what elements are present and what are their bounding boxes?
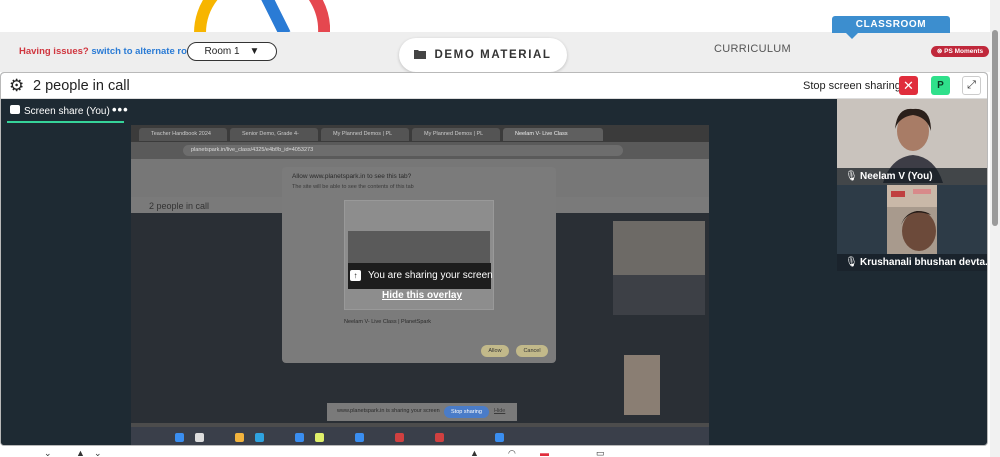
people-count: 2 people in call <box>33 78 130 94</box>
app-icon <box>295 433 304 442</box>
permission-subtitle: The site will be able to see the content… <box>292 184 414 190</box>
sharing-bar-text: www.planetspark.in is sharing your scree… <box>337 408 440 414</box>
browser-url: planetspark.in/live_class/4325/e4bf/b_id… <box>183 145 623 156</box>
demo-material-label: DEMO MATERIAL <box>434 49 552 61</box>
participant-name: Krushanali bhushan devta... <box>860 257 988 268</box>
sharing-overlay-message: You are sharing your screen <box>368 270 493 281</box>
expand-icon[interactable]: ⤢ <box>962 76 981 95</box>
browser-address-bar: planetspark.in/live_class/4325/e4bf/b_id… <box>131 142 709 159</box>
caret-down-icon: ▼ <box>249 46 260 57</box>
participant-name-bar: 🎙 Krushanali bhushan devta... <box>837 254 988 271</box>
classroom-tab[interactable]: CLASSROOM <box>832 16 950 33</box>
ps-moments-badge[interactable]: ⊗ PS Moments <box>931 46 989 57</box>
control-icon[interactable]: ◠ <box>508 448 516 457</box>
allow-button: Allow <box>481 345 509 357</box>
app-icon <box>315 433 324 442</box>
control-icon[interactable]: ⌄ <box>94 448 102 457</box>
switch-room-link[interactable]: switch to alternate room <box>91 46 201 57</box>
participant-video <box>887 185 937 254</box>
sharing-overlay: ↑ You are sharing your screen <box>348 263 493 289</box>
close-circle-icon: ⊗ <box>936 48 943 55</box>
app-icon <box>255 433 264 442</box>
hide-overlay-link[interactable]: Hide this overlay <box>382 290 462 301</box>
app-root: { "header": { "issue_text": "Having issu… <box>0 0 1000 457</box>
control-icon[interactable]: ▲ <box>76 448 85 457</box>
stop-screen-sharing-label[interactable]: Stop screen sharing <box>803 80 901 92</box>
browser-tab: Senior Demo, Grade 4- <box>230 128 318 141</box>
call-toolbar: ⚙ 2 people in call Stop screen sharing ✕… <box>1 73 987 99</box>
app-icon <box>355 433 364 442</box>
permission-tab-name: Neelam V- Live Class | PlanetSpark <box>344 319 432 325</box>
control-icon[interactable]: ▲ <box>470 448 479 457</box>
page-scrollbar[interactable] <box>990 0 1000 457</box>
more-options-icon[interactable]: ••• <box>112 102 129 117</box>
control-icon[interactable]: ▭ <box>596 448 605 457</box>
room-select[interactable]: Room 1 ▼ <box>187 42 277 61</box>
inner-participant-tile <box>613 275 705 315</box>
screen-share-tab-label: Screen share (You) <box>24 106 110 117</box>
microphone-icon: 🎙 <box>845 171 858 182</box>
browser-tab: Teacher Handbook 2024 <box>139 128 227 141</box>
browser-sharing-bar: www.planetspark.in is sharing your scree… <box>327 403 517 421</box>
brand-logo <box>190 0 330 34</box>
app-icon <box>435 433 444 442</box>
app-icon <box>235 433 244 442</box>
control-icon[interactable]: ▬ <box>540 448 549 457</box>
gear-icon[interactable]: ⚙ <box>9 77 24 95</box>
classroom-tab-pointer <box>846 33 858 39</box>
browser-tab-active: Neelam V- Live Class <box>503 128 603 141</box>
ps-moments-label: PS Moments <box>944 48 984 55</box>
issue-text: Having issues? <box>19 46 89 57</box>
participant-name-bar: 🎙 Neelam V (You) <box>837 168 987 185</box>
curriculum-tab[interactable]: CURRICULUM <box>714 43 791 55</box>
cancel-button: Cancel <box>516 345 548 357</box>
microphone-icon: 🎙 <box>845 257 858 268</box>
issue-notice: Having issues? switch to alternate room <box>19 46 201 57</box>
participant-name: Neelam V (You) <box>860 171 933 182</box>
screen-share-icon <box>10 105 20 114</box>
participant-tile[interactable]: 🎙 Krushanali bhushan devta... <box>837 185 988 271</box>
permission-title: Allow www.planetspark.in to see this tab… <box>292 173 412 180</box>
participant-tile[interactable]: 🎙 Neelam V (You) <box>837 99 987 185</box>
windows-taskbar <box>131 427 709 445</box>
call-panel: ⚙ 2 people in call Stop screen sharing ✕… <box>0 72 988 446</box>
app-icon <box>395 433 404 442</box>
folder-icon <box>414 49 427 62</box>
inner-camera-feed <box>624 355 660 415</box>
browser-tab: My Planned Demos | PL <box>412 128 500 141</box>
control-icon[interactable]: ⌄ <box>44 448 52 457</box>
screen-share-view: Teacher Handbook 2024 Senior Demo, Grade… <box>1 123 837 445</box>
inner-people-count: 2 people in call <box>149 201 210 211</box>
app-icon <box>495 433 504 442</box>
scrollbar-thumb[interactable] <box>992 30 998 226</box>
browser-tabstrip: Teacher Handbook 2024 Senior Demo, Grade… <box>131 125 709 142</box>
stop-sharing-close-icon[interactable]: ✕ <box>899 76 918 95</box>
room-select-value: Room 1 <box>204 46 240 57</box>
upload-icon: ↑ <box>350 270 361 281</box>
sharing-bar-hide-link: Hide <box>494 408 506 414</box>
inner-participant-tile <box>613 221 705 275</box>
participant-p-button[interactable]: P <box>931 76 950 95</box>
browser-tab: My Planned Demos | PL <box>321 128 409 141</box>
screen-share-tab[interactable]: Screen share (You) ••• <box>1 99 837 123</box>
sharing-bar-stop-button: Stop sharing <box>444 406 489 418</box>
top-header: Having issues? switch to alternate room … <box>0 0 990 72</box>
windows-start-icon <box>175 433 184 442</box>
search-icon <box>195 433 204 442</box>
bottom-controls-strip: ⌄ ▲ ⌄ ▲ ◠ ▬ ▭ <box>0 446 988 457</box>
demo-material-button[interactable]: DEMO MATERIAL <box>399 38 567 72</box>
